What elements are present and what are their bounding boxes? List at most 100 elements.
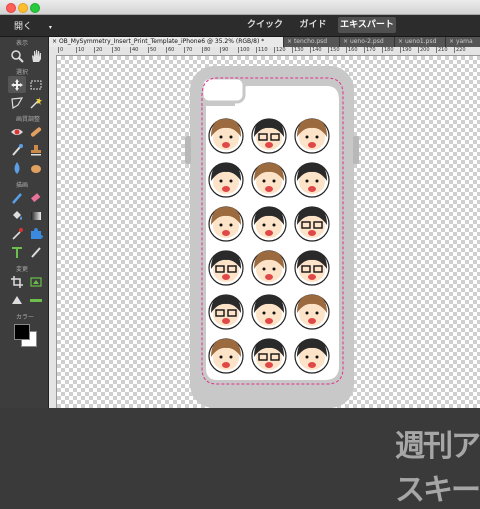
tool-group-enhance-label: 画質調整: [16, 116, 41, 123]
lasso-icon: [11, 96, 24, 109]
tab-tencho[interactable]: × tencho.psd: [284, 37, 340, 47]
blur-tool[interactable]: [8, 159, 26, 176]
content-move-icon: [12, 295, 22, 304]
move-tool[interactable]: [8, 76, 26, 93]
brush-tool[interactable]: [8, 189, 26, 206]
paint-bucket-icon: [13, 210, 22, 220]
tab-close-icon[interactable]: ×: [398, 38, 405, 45]
document-canvas[interactable]: 週刊アスキー: [57, 56, 480, 508]
ruler-tick-label: 90: [220, 47, 229, 53]
tab-close-icon[interactable]: ×: [52, 38, 59, 45]
close-window-icon[interactable]: [6, 3, 16, 13]
magic-wand-icon: [30, 96, 42, 109]
gradient-icon: [31, 211, 41, 220]
ruler-tick-label: 60: [166, 47, 175, 53]
face-sticker: [251, 118, 287, 154]
phone-case-artwork: [185, 66, 359, 408]
clone-stamp-tool[interactable]: [27, 141, 45, 158]
ruler-tick-label: 110: [256, 47, 268, 53]
tab-label: yama: [455, 38, 473, 45]
content-aware-move-tool[interactable]: [8, 291, 26, 308]
marquee-tool[interactable]: [27, 76, 45, 93]
hand-tool[interactable]: [27, 47, 45, 64]
pencil-tool[interactable]: [27, 243, 45, 260]
ruler-tick-label: 220: [454, 47, 466, 53]
eye-icon: [11, 128, 23, 135]
face-sticker: [294, 294, 330, 330]
tab-close-icon[interactable]: ×: [287, 38, 294, 45]
tool-group-color-label: カラー: [16, 314, 35, 321]
mode-guided-button[interactable]: ガイド: [295, 17, 331, 33]
minimize-window-icon[interactable]: [18, 3, 28, 13]
ruler-tick-label: 50: [148, 47, 157, 53]
custom-shape-tool[interactable]: [27, 225, 45, 242]
face-sticker: [294, 250, 330, 286]
tool-group-select-label: 選択: [16, 69, 29, 76]
tab-ueno-2[interactable]: × ueno-2.psd: [340, 37, 395, 47]
marquee-icon: [30, 80, 42, 89]
menu-bar: 開く ▾ クイック ガイド エキスパート: [0, 15, 480, 37]
ruler-corner: [49, 47, 56, 55]
smart-brush-tool[interactable]: [8, 141, 26, 158]
tab-label: ueno1.psd: [404, 38, 437, 45]
ruler-tick-label: 70: [184, 47, 193, 53]
tab-document-active[interactable]: × OB_MySymmetry_Insert_Print_Template_iP…: [49, 37, 284, 47]
paint-bucket-tool[interactable]: [8, 207, 26, 224]
crop-icon: [11, 275, 23, 288]
tab-label: tencho.psd: [293, 38, 328, 45]
move-icon: [11, 78, 23, 91]
zoom-window-icon[interactable]: [30, 3, 40, 13]
face-sticker: [294, 206, 330, 242]
eraser-icon: [31, 192, 41, 202]
tab-yama[interactable]: × yama: [446, 37, 480, 47]
title-bar: [0, 0, 480, 15]
ruler-tick-label: 0: [58, 47, 64, 53]
ruler-tick-label: 40: [130, 47, 139, 53]
mode-expert-button[interactable]: エキスパート: [338, 17, 396, 33]
face-sticker: [208, 338, 244, 374]
ruler-tick-label: 140: [310, 47, 322, 53]
face-sticker: [208, 118, 244, 154]
foreground-color-swatch[interactable]: [14, 324, 30, 340]
ruler-tick-label: 20: [94, 47, 103, 53]
spot-healing-tool[interactable]: [27, 123, 45, 140]
sponge-tool[interactable]: [27, 159, 45, 176]
face-sticker: [251, 206, 287, 242]
lasso-tool[interactable]: [8, 94, 26, 111]
crop-tool[interactable]: [8, 273, 26, 290]
magic-wand-tool[interactable]: [27, 94, 45, 111]
eyedropper-tool[interactable]: [8, 225, 26, 242]
face-sticker: [208, 162, 244, 198]
tab-close-icon[interactable]: ×: [343, 38, 350, 45]
tab-ueno1[interactable]: × ueno1.psd: [395, 37, 446, 47]
ruler-tick-label: 200: [418, 47, 430, 53]
zoom-icon: [11, 49, 24, 63]
pencil-icon: [31, 246, 41, 258]
smart-brush-icon: [12, 143, 23, 156]
hand-icon: [32, 49, 41, 62]
puzzle-icon: [31, 227, 43, 239]
face-sticker: [294, 338, 330, 374]
open-label: 開く: [14, 22, 33, 32]
zoom-tool[interactable]: [8, 47, 26, 64]
red-eye-tool[interactable]: [8, 123, 26, 140]
brush-icon: [12, 192, 22, 204]
face-sticker: [251, 294, 287, 330]
eraser-tool[interactable]: [27, 189, 45, 206]
straighten-tool[interactable]: [27, 291, 45, 308]
face-sticker: [251, 162, 287, 198]
type-tool[interactable]: [8, 243, 26, 260]
open-button[interactable]: 開く ▾: [14, 19, 52, 32]
horizontal-ruler[interactable]: 0 10 20 30 40 50 60 70 80 90 100 110 120 130 140 150 160…: [56, 47, 480, 56]
recompose-tool[interactable]: [27, 273, 45, 290]
mode-quick-button[interactable]: クイック: [245, 17, 285, 33]
tools-panel: 表示 選択 画質調整 描画 変更 カラー: [0, 37, 49, 408]
gradient-tool[interactable]: [27, 207, 45, 224]
tab-close-icon[interactable]: ×: [449, 38, 456, 45]
ruler-tick-label: 180: [382, 47, 394, 53]
face-sticker: [294, 162, 330, 198]
vertical-ruler[interactable]: [49, 55, 57, 408]
face-sticker: [251, 250, 287, 286]
chevron-down-icon: ▾: [48, 24, 52, 31]
stamp-icon: [31, 144, 41, 155]
